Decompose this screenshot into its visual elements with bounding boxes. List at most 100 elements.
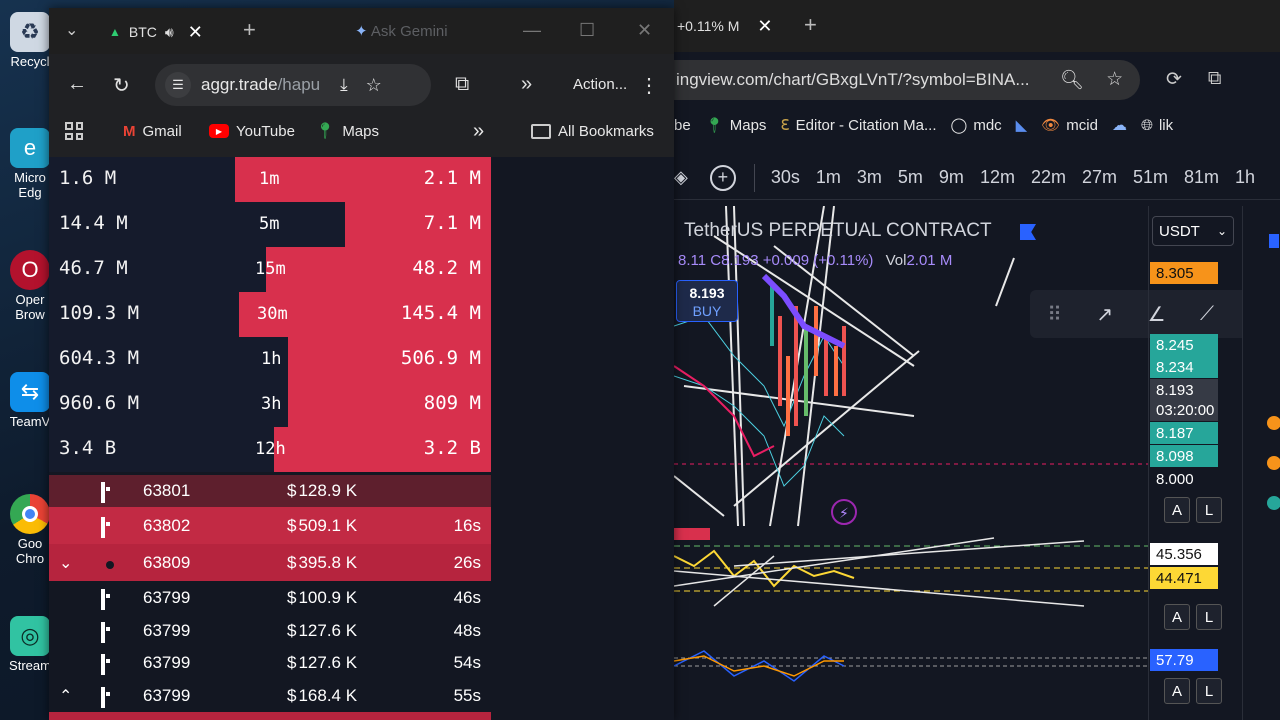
- auto-scale-button[interactable]: A: [1164, 604, 1190, 630]
- bookmarks-overflow-icon[interactable]: »: [473, 120, 484, 143]
- bookmark-item[interactable]: ☁: [1112, 116, 1127, 134]
- trade-row: 63801 $128.9 K: [49, 475, 491, 507]
- interval-button[interactable]: 3m: [857, 167, 882, 188]
- desktop-icon-chrome[interactable]: Goo Chro: [6, 494, 54, 566]
- arrow-tool-icon[interactable]: ↗: [1096, 302, 1113, 327]
- price-tag: 44.471: [1150, 567, 1218, 589]
- desktop-icon-streamlabs[interactable]: ◎ Stream: [6, 616, 54, 673]
- price-chart[interactable]: ⚡: [674, 206, 1148, 720]
- auto-scale-button[interactable]: A: [1164, 497, 1190, 523]
- stats-row: 1.6 M 1m 2.1 M: [49, 157, 491, 202]
- extensions-icon[interactable]: ⧉: [455, 73, 469, 96]
- interval-button[interactable]: 30s: [771, 167, 800, 188]
- interval-button[interactable]: 5m: [898, 167, 923, 188]
- desktop-icon-opera[interactable]: O Oper Brow: [6, 250, 54, 322]
- bookmark-item[interactable]: ℇ Editor - Citation Ma...: [780, 116, 936, 135]
- tab-tradingview[interactable]: +0.11% M ✕: [674, 8, 786, 44]
- reload-icon[interactable]: ↻: [113, 73, 130, 98]
- speaker-icon[interactable]: 🔊︎: [165, 24, 174, 41]
- overflow-chevron-icon[interactable]: »: [521, 73, 532, 96]
- desktop-icon-teamviewer[interactable]: ⇆ TeamV: [6, 372, 54, 429]
- address-bar[interactable]: ☰ aggr.trade/hapu ⤓ ☆: [155, 64, 431, 106]
- buy-button[interactable]: 8.193 BUY: [676, 280, 738, 322]
- add-symbol-icon[interactable]: +: [709, 164, 736, 191]
- watchlist-icon[interactable]: [1269, 234, 1279, 248]
- apps-button[interactable]: [65, 122, 83, 140]
- desktop-icon-recycle-bin[interactable]: ♻ Recycl: [6, 12, 54, 69]
- trade-time: 55s: [453, 686, 481, 705]
- mcid-icon: 👁︎: [1041, 117, 1061, 134]
- back-icon[interactable]: ←: [67, 73, 87, 96]
- right-side-panel: [1242, 206, 1280, 720]
- alert-icon[interactable]: ◈: [674, 167, 688, 188]
- interval-button[interactable]: 1h: [1235, 167, 1255, 188]
- trade-row: ⌄ 63809 $395.8 K 26s: [49, 544, 491, 581]
- new-tab-icon[interactable]: +: [804, 12, 817, 38]
- rsi-pane: [674, 528, 1148, 628]
- tradingview-browser-window: +0.11% M ✕ + ingview.com/chart/GBxgLVnT/…: [674, 0, 1280, 720]
- trade-amount-value: 100.9 K: [298, 588, 358, 607]
- close-tab-icon[interactable]: ✕: [188, 22, 203, 43]
- interval-button[interactable]: 1m: [816, 167, 841, 188]
- close-window-icon[interactable]: ✕: [637, 20, 652, 41]
- trade-row: 63799 $100.9 K 46s: [49, 581, 491, 614]
- desktop-icon-edge[interactable]: e Micro Edg: [6, 128, 54, 200]
- bookmark-gmail[interactable]: M Gmail: [123, 123, 182, 140]
- drag-handle-icon[interactable]: ⠿: [1047, 302, 1062, 327]
- interval-button[interactable]: 22m: [1031, 167, 1066, 188]
- action-button[interactable]: Action...: [573, 76, 627, 93]
- bookmark-star-icon[interactable]: ☆: [1106, 68, 1123, 92]
- bookmark-item[interactable]: ◯ mdc: [951, 116, 1002, 135]
- bookmark-item[interactable]: 👁︎ mcid: [1041, 116, 1098, 135]
- close-tab-icon[interactable]: ✕: [757, 16, 772, 37]
- trade-price: 63799: [143, 686, 191, 705]
- site-info-icon[interactable]: ☰: [165, 72, 191, 98]
- binance-icon: [101, 654, 117, 675]
- bookmark-star-icon[interactable]: ☆: [366, 75, 382, 96]
- coin-icon[interactable]: [1267, 456, 1280, 470]
- buy-volume-value: 48.2 M: [412, 257, 481, 279]
- sell-volume-value: 109.3 M: [59, 302, 140, 324]
- minimize-icon[interactable]: —: [523, 20, 541, 41]
- price-tag: 8.098: [1150, 445, 1218, 467]
- interval-button[interactable]: 9m: [939, 167, 964, 188]
- tab-btc[interactable]: ▲ BTC 🔊︎ ✕: [109, 18, 233, 46]
- coin-icon[interactable]: [1267, 416, 1280, 430]
- zoom-icon[interactable]: 🔍︎: [1060, 68, 1084, 92]
- bookmark-item[interactable]: ◣: [1016, 116, 1028, 134]
- log-scale-button[interactable]: L: [1196, 678, 1222, 704]
- sync-icon[interactable]: ⟳: [1166, 68, 1182, 91]
- ask-gemini-button[interactable]: ✦ Ask Gemini: [355, 22, 448, 40]
- all-bookmarks-label: All Bookmarks: [558, 122, 654, 140]
- trade-price: 63809: [143, 553, 191, 572]
- interval-button[interactable]: 51m: [1133, 167, 1168, 188]
- extensions-icon[interactable]: ⧉: [1208, 68, 1222, 91]
- coin-icon[interactable]: [1267, 496, 1280, 510]
- install-app-icon[interactable]: ⤓: [340, 75, 348, 95]
- interval-button[interactable]: 27m: [1082, 167, 1117, 188]
- bookmark-item[interactable]: be: [674, 117, 691, 134]
- interval-button[interactable]: 12m: [980, 167, 1015, 188]
- bookmark-item[interactable]: 🌐︎ lik: [1141, 117, 1173, 134]
- interval-button[interactable]: 81m: [1184, 167, 1219, 188]
- log-scale-button[interactable]: L: [1196, 497, 1222, 523]
- trade-amount: $128.9 K: [287, 481, 357, 501]
- address-bar-actions: 🔍︎ ☆: [1060, 68, 1123, 92]
- buy-volume-value: 145.4 M: [400, 302, 481, 324]
- symbol-title[interactable]: TetherUS PERPETUAL CONTRACT: [684, 220, 992, 242]
- bookmark-item[interactable]: 📍︎ Maps: [705, 116, 767, 135]
- auto-scale-button[interactable]: A: [1164, 678, 1190, 704]
- tab-search-chevron-icon[interactable]: ⌄: [65, 20, 78, 40]
- bookmark-youtube[interactable]: ▶ YouTube: [209, 123, 295, 140]
- chart-toolbar: ◈ + 30s 1m 3m 5m 9m 12m 22m 27m 51m 81m 1h: [674, 156, 1280, 200]
- all-bookmarks-button[interactable]: All Bookmarks: [531, 123, 654, 140]
- maximize-icon[interactable]: ☐: [579, 20, 595, 41]
- bookmark-maps[interactable]: 📍︎ Maps: [315, 121, 379, 141]
- sell-volume-value: 604.3 M: [59, 347, 140, 369]
- gmail-icon: M: [123, 122, 136, 140]
- aggr-browser-window: ⌄ ▲ BTC 🔊︎ ✕ + ✦ Ask Gemini — ☐ ✕ ← ↻ ☰ …: [49, 8, 674, 720]
- log-scale-button[interactable]: L: [1196, 604, 1222, 630]
- trade-time: 48s: [453, 621, 481, 640]
- new-tab-icon[interactable]: +: [243, 17, 256, 43]
- more-menu-icon[interactable]: ⋮: [639, 73, 659, 98]
